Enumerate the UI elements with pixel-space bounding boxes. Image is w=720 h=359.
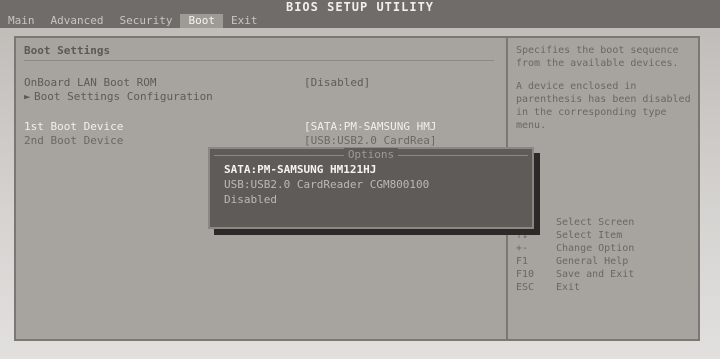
heading-divider: [24, 60, 494, 61]
first-boot-label: 1st Boot Device: [24, 120, 124, 133]
key-row: ESC Exit: [516, 281, 692, 294]
key-name: ↑↓: [516, 230, 529, 241]
menu-security[interactable]: Security: [111, 14, 180, 28]
onboard-lan-value[interactable]: [Disabled]: [304, 76, 370, 90]
help-paragraph-1: Specifies the boot sequence from the ava…: [516, 45, 679, 69]
key-legend: ←→Select Screen ↑↓ Select Item +- Change O…: [516, 216, 692, 294]
first-boot-value[interactable]: [SATA:PM-SAMSUNG HMJ: [304, 120, 436, 134]
key-name: +-: [516, 243, 529, 254]
second-boot-label: 2nd Boot Device: [24, 134, 124, 147]
boot-settings-heading: Boot Settings: [24, 44, 111, 57]
menu-advanced[interactable]: Advanced: [43, 14, 112, 28]
key-desc: Select Screen: [556, 217, 635, 228]
key-desc: Exit: [556, 282, 581, 293]
key-desc: General Help: [556, 256, 629, 267]
popup-option-usb[interactable]: USB:USB2.0 CardReader CGM800100: [224, 178, 429, 191]
key-row: +- Change Option: [516, 242, 692, 255]
key-row: F1 General Help: [516, 255, 692, 268]
bios-header: BIOS SETUP UTILITY Main Advanced Securit…: [0, 0, 720, 28]
help-paragraph-2: A device enclosed in parenthesis has bee…: [516, 81, 691, 131]
onboard-lan-row[interactable]: OnBoard LAN Boot ROM [Disabled]: [24, 76, 499, 90]
key-row: ↑↓ Select Item: [516, 229, 692, 242]
popup-option-disabled[interactable]: Disabled: [224, 193, 277, 206]
onboard-lan-label: OnBoard LAN Boot ROM: [24, 76, 157, 89]
key-name: F10: [516, 269, 535, 280]
key-name: F1: [516, 256, 529, 267]
menu-exit[interactable]: Exit: [223, 14, 266, 28]
menu-boot[interactable]: Boot: [180, 14, 223, 28]
boot-settings-config-text: Boot Settings Configuration: [34, 90, 213, 103]
key-row: F10 Save and Exit: [516, 268, 692, 281]
second-boot-row[interactable]: 2nd Boot Device [USB:USB2.0 CardRea]: [24, 134, 499, 148]
help-text: Specifies the boot sequence from the ava…: [516, 44, 692, 142]
second-boot-value[interactable]: [USB:USB2.0 CardRea]: [304, 134, 436, 148]
key-row: ←→Select Screen: [516, 216, 692, 229]
key-desc: Select Item: [556, 230, 623, 241]
key-name: ESC: [516, 282, 535, 293]
menu-bar: Main Advanced Security Boot Exit: [0, 14, 720, 28]
popup-option-sata[interactable]: SATA:PM-SAMSUNG HM121HJ: [224, 163, 376, 176]
bios-title: BIOS SETUP UTILITY: [285, 0, 435, 14]
options-popup: Options SATA:PM-SAMSUNG HM121HJ USB:USB2…: [208, 147, 534, 229]
menu-main[interactable]: Main: [0, 14, 43, 28]
key-desc: Change Option: [556, 243, 635, 254]
popup-title: Options: [210, 148, 532, 161]
popup-title-text: Options: [343, 148, 399, 161]
boot-settings-config-label: ► Boot Settings Configuration: [24, 90, 213, 104]
help-pane: Specifies the boot sequence from the ava…: [508, 38, 698, 339]
screen-photo: BIOS SETUP UTILITY Main Advanced Securit…: [0, 0, 720, 359]
boot-settings-config-row[interactable]: ► Boot Settings Configuration: [24, 90, 499, 104]
first-boot-row[interactable]: 1st Boot Device [SATA:PM-SAMSUNG HMJ: [24, 120, 499, 134]
key-desc: Save and Exit: [556, 269, 635, 280]
submenu-arrow-icon: ►: [24, 90, 31, 103]
